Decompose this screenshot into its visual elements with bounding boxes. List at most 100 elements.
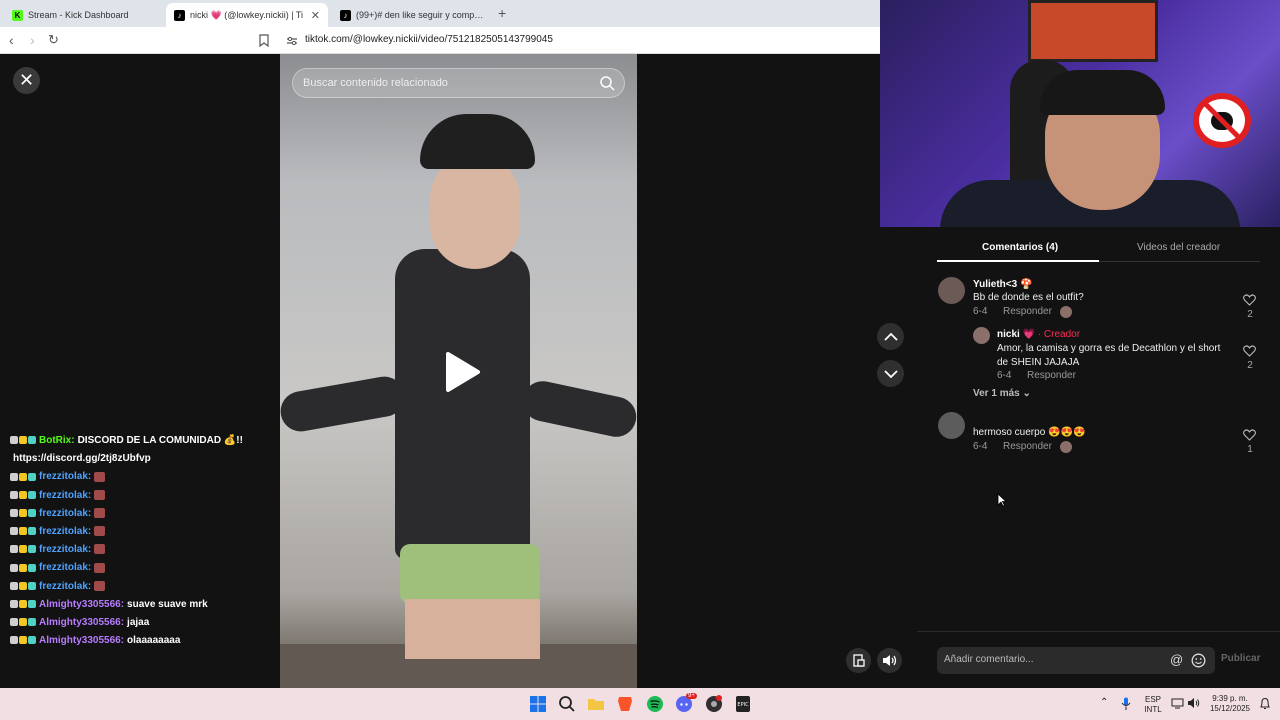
kick-icon: K [12, 9, 23, 21]
volume-button[interactable] [877, 648, 902, 673]
spotify-icon[interactable] [646, 695, 664, 713]
streamer-webcam [880, 0, 1280, 227]
badge-icon [19, 618, 27, 627]
video-frame-arm [280, 373, 408, 435]
speaker-icon[interactable] [1187, 697, 1200, 709]
related-search-input[interactable]: Buscar contenido relacionado [292, 68, 625, 98]
like-count: 1 [1247, 444, 1253, 455]
epic-games-icon[interactable]: EPIC [734, 695, 752, 713]
chat-username[interactable]: frezzitolak: [39, 581, 91, 592]
previous-video-button[interactable] [877, 323, 904, 350]
view-more-replies[interactable]: Ver 1 más ⌄ [973, 388, 1031, 399]
heart-icon[interactable] [1243, 294, 1256, 306]
chat-badges [10, 471, 37, 482]
comment-text: Bb de donde es el outfit? [973, 292, 1084, 303]
chat-badges [10, 635, 37, 646]
heart-icon[interactable] [1243, 345, 1256, 357]
play-icon[interactable] [442, 350, 482, 394]
clock-date: 15/12/2025 [1209, 704, 1251, 713]
tab-tiktok-other[interactable]: ♪ (99+)# den like seguir y compartir nc [332, 3, 492, 27]
reply-button[interactable]: Responder [1003, 306, 1052, 317]
badge-icon [10, 636, 18, 645]
avatar[interactable] [973, 327, 990, 344]
chat-username[interactable]: frezzitolak: [39, 508, 91, 519]
video-frame-shorts [400, 544, 540, 604]
chat-message: frezzitolak: [10, 468, 275, 486]
chat-username[interactable]: Almighty3305566: [39, 635, 124, 646]
reply-button[interactable]: Responder [1027, 370, 1076, 381]
avatar[interactable] [938, 277, 965, 304]
publish-button[interactable]: Publicar [1221, 653, 1260, 664]
back-icon[interactable]: ‹ [9, 32, 14, 48]
prohibition-bar [1201, 100, 1243, 141]
avatar[interactable] [938, 412, 965, 439]
chat-username[interactable]: BotRix: [39, 435, 75, 446]
network-icon[interactable] [1171, 698, 1184, 709]
next-video-button[interactable] [877, 360, 904, 387]
notification-bell-icon[interactable] [1259, 697, 1271, 710]
new-tab-button[interactable]: + [498, 5, 506, 21]
tiktok-icon: ♪ [340, 9, 351, 21]
reload-icon[interactable]: ↻ [48, 32, 59, 48]
microphone-icon[interactable] [1121, 697, 1131, 711]
site-settings-icon[interactable] [286, 36, 298, 46]
emote-icon [94, 471, 106, 482]
brave-browser-icon[interactable] [616, 695, 634, 713]
search-icon[interactable] [599, 75, 615, 91]
search-icon[interactable] [558, 695, 576, 713]
chat-username[interactable]: frezzitolak: [39, 544, 91, 555]
close-tab-icon[interactable]: ✕ [311, 9, 320, 22]
close-video-button[interactable]: ✕ [13, 67, 40, 94]
comment-tabs: Comentarios (4) Videos del creador [937, 235, 1260, 262]
chat-username[interactable]: Almighty3305566: [39, 599, 124, 610]
windows-start-icon[interactable] [529, 695, 547, 713]
clock-time: 9:39 p. m. [1212, 694, 1248, 703]
file-explorer-icon[interactable] [587, 695, 605, 713]
bookmark-icon[interactable] [259, 34, 269, 47]
reply-button[interactable]: Responder [1003, 441, 1052, 452]
windows-taskbar: 9+ EPIC ⌃ ESP INTL 9:39 p. m. 15/12/2025 [0, 688, 1280, 720]
author-name: nicki 💗 [997, 329, 1036, 340]
badge-icon [10, 600, 18, 609]
video-player[interactable]: Buscar contenido relacionado [280, 54, 637, 688]
address-bar[interactable]: tiktok.com/@lowkey.nickii/video/75121825… [305, 34, 553, 45]
pip-button[interactable] [846, 648, 871, 673]
comment-author[interactable]: nicki 💗 · Creador [997, 329, 1080, 340]
tab-comments[interactable]: Comentarios (4) [982, 242, 1058, 253]
chat-badges [10, 562, 37, 573]
badge-icon [28, 436, 36, 445]
chat-text: suave suave mrk [127, 598, 208, 610]
mention-icon[interactable]: @ [1170, 652, 1183, 667]
heart-icon[interactable] [1243, 429, 1256, 441]
chat-text: olaaaaaaaa [127, 635, 181, 647]
chat-username[interactable]: frezzitolak: [39, 562, 91, 573]
creator-liked-avatar [1060, 441, 1072, 453]
chevron-down-icon [883, 369, 898, 378]
chat-username[interactable]: Almighty3305566: [39, 617, 124, 628]
chat-username[interactable]: frezzitolak: [39, 526, 91, 537]
video-frame-arm [519, 377, 637, 441]
tab-tiktok-nicki[interactable]: ♪ nicki 💗 (@lowkey.nickii) | Ti ✕ [166, 3, 328, 27]
webcam-hair [1040, 70, 1165, 115]
forward-icon[interactable]: › [30, 32, 35, 48]
clock[interactable]: 9:39 p. m. 15/12/2025 [1204, 694, 1256, 714]
add-comment-input[interactable]: Añadir comentario... @ [937, 647, 1215, 674]
chat-text: jajaa [127, 616, 150, 628]
comment-author[interactable]: Yulieth<3 🍄 [973, 279, 1032, 290]
search-placeholder: Buscar contenido relacionado [303, 77, 448, 89]
chevron-up-icon[interactable]: ⌃ [1100, 697, 1108, 708]
video-frame-legs [405, 599, 540, 659]
chat-badges [10, 617, 37, 628]
chat-badges [10, 526, 37, 537]
language-indicator[interactable]: ESP INTL [1141, 695, 1165, 715]
chat-username[interactable]: frezzitolak: [39, 490, 91, 501]
badge-icon [28, 527, 36, 536]
obs-icon[interactable] [705, 695, 723, 713]
emote-icon [94, 544, 106, 555]
tab-kick-dashboard[interactable]: K Stream - Kick Dashboard [4, 3, 164, 27]
emoji-icon[interactable] [1191, 653, 1206, 668]
browser-toolbar: ‹ › ↻ tiktok.com/@lowkey.nickii/video/75… [0, 27, 880, 54]
badge-icon [10, 581, 18, 590]
chat-username[interactable]: frezzitolak: [39, 471, 91, 482]
tab-creator-videos[interactable]: Videos del creador [1137, 242, 1220, 253]
